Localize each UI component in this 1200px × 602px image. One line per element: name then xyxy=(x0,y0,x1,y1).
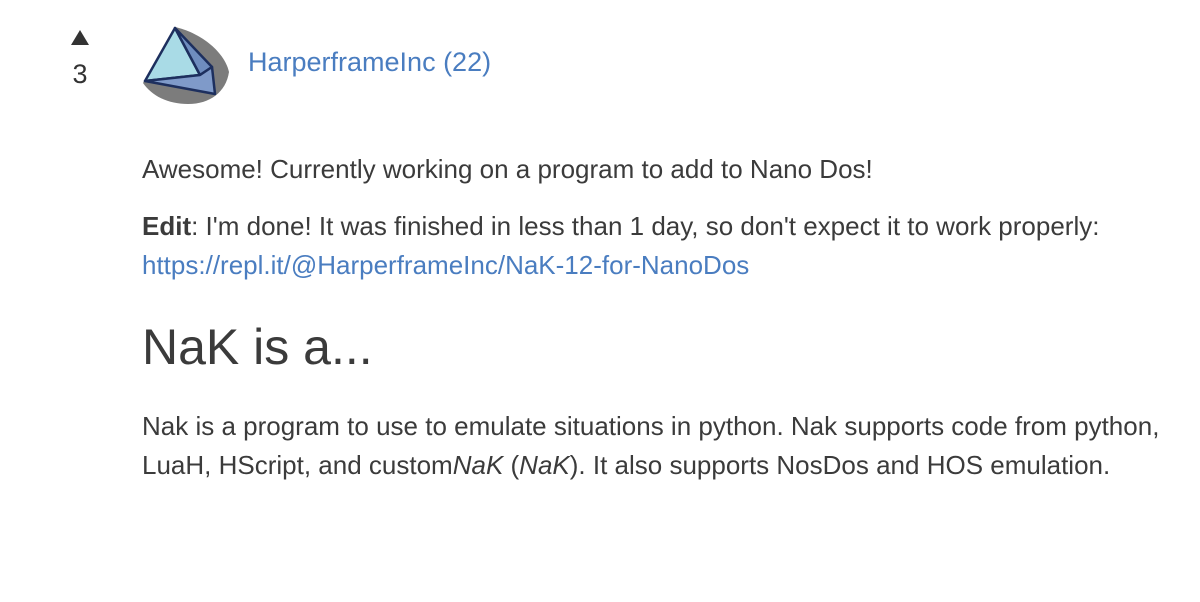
section-heading: NaK is a... xyxy=(142,319,373,375)
description-text-3: ). It also supports NosDos and HOS emula… xyxy=(569,450,1111,480)
description-text-2: ( xyxy=(503,450,520,480)
avatar[interactable] xyxy=(140,20,230,110)
post-paragraph-intro: Awesome! Currently working on a program … xyxy=(142,154,873,184)
author-username-link[interactable]: HarperframeInc (22) xyxy=(248,47,491,78)
vote-widget: 3 xyxy=(58,30,102,90)
post-paragraph-edit: Edit: I'm done! It was finished in less … xyxy=(142,207,1182,285)
description-emphasis-2: NaK xyxy=(519,450,570,480)
upvote-arrow-icon[interactable] xyxy=(71,30,89,45)
post-body: Awesome! Currently working on a program … xyxy=(142,150,1182,557)
repl-link[interactable]: https://repl.it/@HarperframeInc/NaK-12-f… xyxy=(142,250,749,280)
post-paragraph-description: Nak is a program to use to emulate situa… xyxy=(142,407,1182,485)
edit-text: : I'm done! It was finished in less than… xyxy=(191,211,1100,241)
edit-label: Edit xyxy=(142,211,192,241)
description-emphasis-1: NaK xyxy=(452,450,504,480)
cut-off-heading xyxy=(142,513,1182,557)
vote-count: 3 xyxy=(72,59,88,89)
avatar-logo-icon xyxy=(141,21,229,109)
